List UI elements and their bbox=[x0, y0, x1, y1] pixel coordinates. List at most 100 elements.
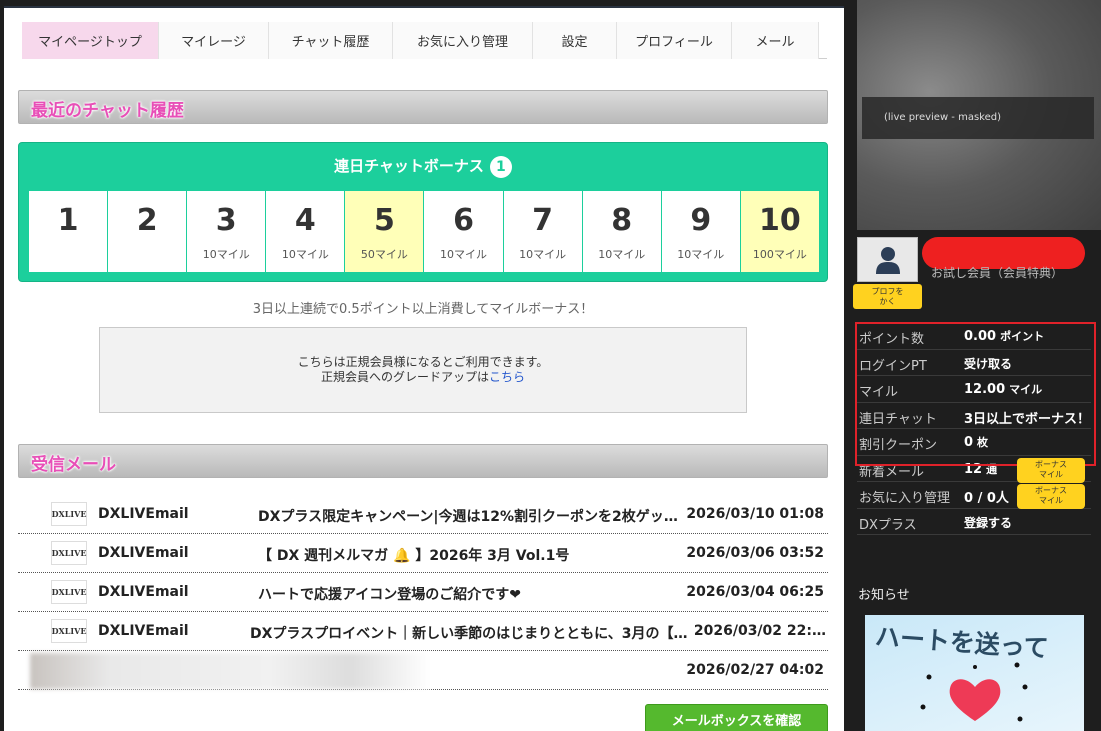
tab-2[interactable]: マイレージ bbox=[159, 22, 269, 59]
bonus-title: 連日チャットボーナス 1 bbox=[19, 155, 827, 178]
day-number: 2 bbox=[136, 203, 158, 238]
bonus-day-5: 5 50マイル bbox=[344, 191, 424, 272]
heart-icon bbox=[920, 662, 1028, 722]
day-number: 1 bbox=[57, 203, 79, 238]
news-banner[interactable]: ハートを送って bbox=[865, 615, 1084, 731]
mail-subject[interactable]: DXプラスプロイベント｜新しい季節のはじまりとともに、3月の【推キャン】もスター… bbox=[250, 623, 690, 643]
sender-logo-icon: DXLIVE bbox=[51, 619, 87, 643]
mailbox-button[interactable]: メールボックスを確認 bbox=[645, 704, 828, 731]
daily-chat-bonus: 連日チャットボーナス 1 1 2 3 10マイル 4 10マイル 5 50マイル 6 10マイル 7 1… bbox=[18, 142, 828, 282]
mail-date: 2026/03/06 03:52 bbox=[686, 545, 824, 561]
badge-line-2: マイル bbox=[1039, 470, 1063, 479]
day-miles: 10マイル bbox=[677, 248, 725, 261]
profile-button-line-1: プロフを bbox=[871, 287, 904, 296]
masked-sender bbox=[30, 653, 430, 689]
preview-label: (live preview - masked) bbox=[862, 97, 1094, 139]
bonus-day-2: 2 bbox=[107, 191, 187, 272]
bonus-day-10: 10 100マイル bbox=[739, 191, 819, 272]
bonus-day-8: 8 10マイル bbox=[581, 191, 661, 272]
stat-row-8: DXプラス 登録する bbox=[857, 509, 1091, 535]
bonus-mile-badge-favorites[interactable]: ボーナス マイル bbox=[1017, 484, 1085, 509]
main-panel: マイページトップ マイレージ チャット履歴 お気に入り管理 設定 プロフィール メール 最近… bbox=[4, 6, 844, 731]
user-icon bbox=[875, 246, 900, 274]
day-miles: 10マイル bbox=[598, 248, 646, 261]
chat-history-title: 最近のチャット履歴 bbox=[31, 101, 184, 121]
mail-row[interactable]: DXLIVE DXLIVEmail ハートで応援アイコン登場のご紹介です❤ 2026/… bbox=[18, 573, 828, 612]
mail-title: 受信メール bbox=[31, 455, 116, 475]
profile-button-line-2: かく bbox=[879, 297, 896, 306]
sender-logo-icon: DXLIVE bbox=[51, 580, 87, 604]
upgrade-line-2: 正規会員へのグレードアップはこちら bbox=[321, 370, 525, 385]
current-day-badge: 1 bbox=[489, 155, 512, 178]
stat-label: お気に入り管理 bbox=[859, 491, 951, 506]
day-miles: 10マイル bbox=[281, 248, 329, 261]
stat-value-text: 登録する bbox=[964, 515, 1013, 530]
badge-line-2: マイル bbox=[1039, 496, 1063, 505]
news-title: お知らせ bbox=[858, 588, 910, 603]
upgrade-notice: こちらは正規会員様になるとご利用できます。 正規会員へのグレードアップはこちら bbox=[99, 327, 747, 413]
tab-4[interactable]: お気に入り管理 bbox=[393, 22, 533, 59]
day-miles: 50マイル bbox=[360, 248, 408, 261]
day-number: 5 bbox=[373, 203, 395, 238]
stat-value[interactable]: 登録する bbox=[964, 514, 1012, 531]
upgrade-line-1: こちらは正規会員様になるとご利用できます。 bbox=[297, 355, 549, 369]
tab-3[interactable]: チャット履歴 bbox=[269, 22, 393, 59]
mail-subject[interactable]: 【 DX 週刊メルマガ 🔔 】2026年 3月 Vol.1号 bbox=[258, 545, 668, 565]
mail-row[interactable]: DXLIVE DXLIVEmail DXプラスプロイベント｜新しい季節のはじまりとと… bbox=[18, 612, 828, 651]
mail-date: 2026/02/27 04:02 bbox=[686, 662, 824, 678]
mypage-tabs: マイページトップ マイレージ チャット履歴 お気に入り管理 設定 プロフィール メール bbox=[22, 22, 827, 59]
sender-logo-icon: DXLIVE bbox=[51, 541, 87, 565]
member-type: お試し会員（会員特典） bbox=[931, 266, 1064, 280]
chat-history-header: 最近のチャット履歴 bbox=[18, 90, 828, 124]
mail-subject[interactable]: ハートで応援アイコン登場のご紹介です❤ bbox=[258, 584, 668, 604]
bonus-day-1: 1 bbox=[29, 191, 108, 272]
mail-date: 2026/03/04 06:25 bbox=[686, 584, 824, 600]
bonus-title-text: 連日チャットボーナス bbox=[334, 157, 484, 175]
bonus-day-3: 3 10マイル bbox=[186, 191, 266, 272]
bonus-day-grid: 1 2 3 10マイル 4 10マイル 5 50マイル 6 10マイル 7 10マイル 8 10マイル 9 1… bbox=[29, 191, 819, 272]
avatar[interactable] bbox=[857, 237, 918, 282]
day-number: 4 bbox=[294, 203, 316, 238]
highlight-box bbox=[855, 322, 1096, 466]
day-miles: 10マイル bbox=[440, 248, 488, 261]
day-number: 9 bbox=[690, 203, 712, 238]
stat-label: DXプラス bbox=[859, 517, 917, 533]
mail-header: 受信メール bbox=[18, 444, 828, 478]
bonus-day-9: 9 10マイル bbox=[660, 191, 740, 272]
mail-sender: DXLIVEmail bbox=[98, 623, 189, 639]
day-number: 8 bbox=[611, 203, 633, 238]
stat-value: 0 / 0人 bbox=[964, 487, 1009, 506]
tab-5[interactable]: 設定 bbox=[533, 22, 617, 59]
badge-line-1: ボーナス bbox=[1035, 460, 1067, 469]
stat-value-text: 0 / 0人 bbox=[964, 491, 1009, 506]
upgrade-link[interactable]: こちら bbox=[489, 370, 525, 384]
day-number: 3 bbox=[215, 203, 237, 238]
mail-date: 2026/03/02 22:… bbox=[693, 623, 826, 639]
mail-sender: DXLIVEmail bbox=[98, 506, 189, 522]
day-number: 10 bbox=[759, 203, 801, 238]
tab-7[interactable]: メール bbox=[732, 22, 819, 59]
upgrade-line-2-text: 正規会員へのグレードアップは bbox=[320, 370, 489, 384]
mail-date: 2026/03/10 01:08 bbox=[686, 506, 824, 522]
mail-row[interactable]: DXLIVE DXLIVEmail 【 DX 週刊メルマガ 🔔 】2026年 3月 … bbox=[18, 534, 828, 573]
day-miles: 10マイル bbox=[202, 248, 250, 261]
bonus-day-7: 7 10マイル bbox=[502, 191, 582, 272]
bonus-note: 3日以上連続で0.5ポイント以上消費してマイルボーナス！ bbox=[252, 302, 594, 317]
write-profile-button[interactable]: プロフを かく bbox=[853, 284, 922, 309]
mail-subject[interactable]: DXプラス限定キャンペーン|今週は12%割引クーポンを2枚ゲットのチャンス bbox=[258, 506, 678, 526]
day-number: 6 bbox=[453, 203, 474, 238]
mail-sender: DXLIVEmail bbox=[98, 545, 189, 561]
bonus-day-6: 6 10マイル bbox=[423, 191, 503, 272]
day-number: 7 bbox=[532, 203, 554, 238]
badge-line-1: ボーナス bbox=[1035, 486, 1067, 495]
day-miles: 100マイル bbox=[752, 248, 807, 261]
mail-sender: DXLIVEmail bbox=[98, 584, 189, 600]
tab-1[interactable]: マイページトップ bbox=[22, 22, 159, 59]
sender-logo-icon: DXLIVE bbox=[51, 502, 87, 526]
mail-row[interactable]: 2026/02/27 04:02 bbox=[18, 651, 828, 690]
mail-row[interactable]: DXLIVE DXLIVEmail DXプラス限定キャンペーン|今週は12%割引クー… bbox=[18, 495, 828, 534]
tab-6[interactable]: プロフィール bbox=[617, 22, 732, 59]
day-miles: 10マイル bbox=[519, 248, 567, 261]
bonus-mile-badge-mail[interactable]: ボーナス マイル bbox=[1017, 458, 1085, 483]
bonus-day-4: 4 10マイル bbox=[265, 191, 345, 272]
